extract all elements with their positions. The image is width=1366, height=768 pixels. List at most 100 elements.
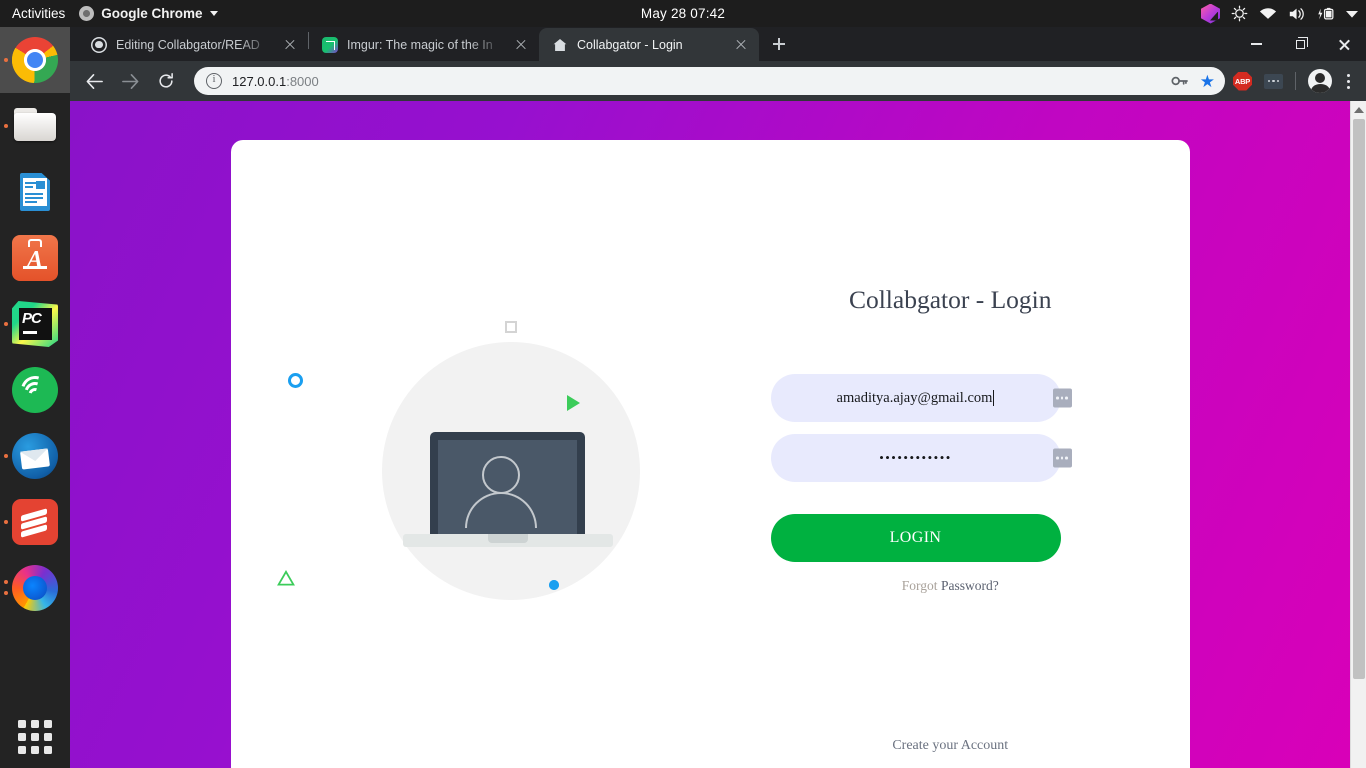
tab-title: Collabgator - Login (577, 37, 683, 52)
email-field[interactable]: amaditya.ajay@gmail.com (770, 374, 1072, 422)
forgot-label: Forgot (901, 578, 941, 593)
extension-icon[interactable] (1264, 73, 1283, 89)
gray-square-outline-icon (505, 321, 517, 333)
minimize-icon[interactable] (1234, 27, 1278, 61)
url-port: :8000 (286, 73, 319, 89)
battery-charging-icon[interactable] (1317, 6, 1335, 22)
profile-avatar-icon[interactable] (1308, 69, 1332, 93)
blue-circle-outline-icon (288, 373, 303, 388)
activities-button[interactable]: Activities (0, 6, 79, 21)
clock[interactable]: May 28 07:42 (641, 6, 725, 21)
url-host: 127.0.0.1 (232, 73, 287, 89)
password-label: Password? (940, 578, 999, 593)
todoist-icon (12, 499, 58, 545)
blue-dot-icon (549, 580, 559, 590)
imgur-icon (322, 36, 338, 53)
restore-icon[interactable] (1278, 27, 1322, 61)
firefox-icon (12, 565, 58, 611)
chrome-window: Editing Collabgator/READ Imgur: The magi… (70, 27, 1366, 768)
tab-collabgator-login[interactable]: Collabgator - Login (539, 28, 759, 61)
back-button[interactable] (78, 65, 110, 97)
tab-imgur[interactable]: Imgur: The magic of the In (309, 28, 539, 61)
thunderbird-icon (12, 433, 58, 479)
email-field-value: amaditya.ajay@gmail.com (836, 389, 993, 406)
page-scrollbar[interactable] (1350, 101, 1366, 768)
close-icon[interactable] (1322, 27, 1366, 61)
dock-item-libreoffice-writer[interactable] (0, 159, 70, 225)
new-tab-button[interactable] (765, 30, 793, 58)
bookmark-star-icon[interactable]: ★ (1200, 73, 1215, 90)
user-avatar-icon (482, 456, 520, 494)
login-form-panel: Collabgator - Login amaditya.ajay@gmail.… (711, 140, 1191, 768)
system-menu-chevron-icon[interactable] (1346, 10, 1358, 18)
tab-editing-collabgator-readme[interactable]: Editing Collabgator/READ (78, 28, 308, 61)
reload-button[interactable] (150, 65, 182, 97)
home-icon (552, 37, 568, 53)
green-triangle-outline-icon (277, 570, 295, 586)
site-info-icon[interactable] (206, 73, 222, 89)
app-cube-icon[interactable] (1201, 3, 1220, 24)
app-menu-button[interactable]: Google Chrome (79, 6, 218, 21)
files-folder-icon (12, 103, 58, 149)
app-menu-label: Google Chrome (101, 6, 203, 21)
dock-item-spotify[interactable] (0, 357, 70, 423)
window-controls (1234, 27, 1366, 61)
illustration-panel (231, 140, 711, 768)
login-button[interactable]: LOGIN (770, 514, 1061, 562)
kebab-menu-icon[interactable] (1338, 70, 1358, 92)
dock-item-thunderbird[interactable] (0, 423, 70, 489)
chrome-icon (79, 6, 95, 21)
running-indicator (4, 591, 8, 595)
github-icon (91, 36, 107, 53)
login-card: Collabgator - Login amaditya.ajay@gmail.… (231, 140, 1190, 768)
dock-item-google-chrome[interactable] (0, 27, 70, 93)
dock-item-firefox[interactable] (0, 555, 70, 621)
tab-title: Imgur: The magic of the In (347, 37, 493, 52)
chevron-down-icon (209, 11, 218, 16)
browser-toolbar: 127.0.0.1:8000 ★ ABP (70, 61, 1366, 101)
running-indicator (4, 322, 8, 326)
create-account-link[interactable]: Create your Account (711, 738, 1191, 754)
gnome-top-bar: Activities Google Chrome May 28 07:42 (0, 0, 1366, 27)
autofill-dots-icon[interactable] (1052, 388, 1072, 408)
brightness-icon[interactable] (1231, 5, 1248, 22)
scroll-up-icon[interactable] (1353, 107, 1364, 113)
close-icon[interactable] (733, 37, 749, 53)
text-cursor (993, 390, 995, 406)
dock-item-todoist[interactable] (0, 489, 70, 555)
close-icon[interactable] (282, 37, 298, 53)
running-indicator (4, 454, 8, 458)
url-text: 127.0.0.1:8000 (232, 74, 319, 89)
adblock-plus-extension-icon[interactable]: ABP (1233, 71, 1252, 91)
spotify-icon (12, 367, 58, 413)
ubuntu-dock: A PC (0, 27, 70, 768)
toolbar-separator (1295, 72, 1296, 90)
green-play-triangle-icon (567, 395, 580, 411)
dock-item-files[interactable] (0, 93, 70, 159)
libreoffice-writer-icon (12, 169, 58, 215)
address-bar[interactable]: 127.0.0.1:8000 ★ (194, 67, 1225, 95)
dock-item-ubuntu-software[interactable]: A (0, 225, 70, 291)
password-field-value: •••••••••••• (879, 450, 952, 465)
scrollbar-thumb[interactable] (1353, 119, 1365, 679)
autofill-dots-icon[interactable] (1052, 448, 1072, 468)
running-indicator (4, 580, 8, 584)
ubuntu-software-icon: A (12, 235, 58, 281)
laptop-notch (488, 534, 528, 543)
tab-strip: Editing Collabgator/READ Imgur: The magi… (70, 27, 1366, 61)
chrome-icon (12, 37, 58, 83)
key-icon[interactable] (1171, 73, 1188, 89)
show-applications-button[interactable] (18, 720, 52, 754)
tab-title: Editing Collabgator/READ (116, 37, 260, 52)
system-tray (1201, 3, 1358, 24)
dock-item-pycharm[interactable]: PC (0, 291, 70, 357)
close-icon[interactable] (513, 37, 529, 53)
page-title: Collabgator - Login (848, 285, 1052, 314)
forgot-password-link[interactable]: Forgot Password? (711, 578, 1191, 594)
password-field[interactable]: •••••••••••• (770, 434, 1072, 482)
laptop-user-illustration (257, 308, 687, 628)
wifi-icon[interactable] (1259, 6, 1277, 21)
pycharm-icon: PC (12, 301, 58, 347)
forward-button[interactable] (114, 65, 146, 97)
volume-icon[interactable] (1288, 6, 1306, 22)
